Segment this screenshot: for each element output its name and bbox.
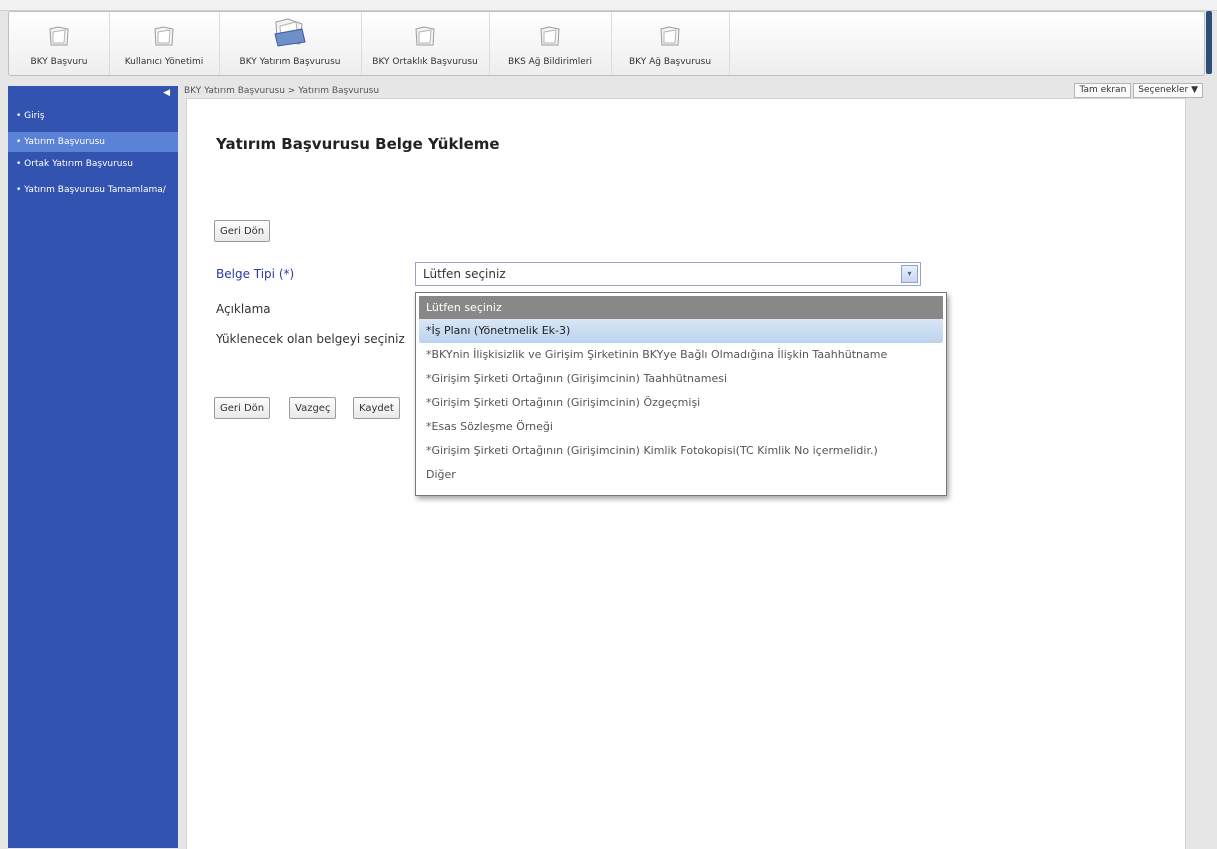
doc-type-dropdown-list: Lütfen seçiniz *İş Planı (Yönetmelik Ek-… [415, 292, 947, 496]
sidebar-item-yatirim-basvurusu[interactable]: • Yatırım Başvurusu [8, 132, 178, 152]
dropdown-option[interactable]: *İş Planı (Yönetmelik Ek-3) [419, 319, 943, 343]
tool-bky-basvuru[interactable]: BKY Başvuru [9, 12, 110, 75]
open-folder-icon [274, 18, 306, 47]
tool-label: BKS Ağ Bildirimleri [508, 57, 592, 67]
tool-label: Kullanıcı Yönetimi [124, 57, 204, 67]
breadcrumb: BKY Yatırım Başvurusu > Yatırım Başvurus… [184, 86, 380, 96]
fullscreen-button[interactable]: Tam ekran [1074, 83, 1132, 98]
tool-label: BKY Başvuru [30, 57, 88, 67]
tool-bky-ag-basvurusu[interactable]: BKY Ağ Başvurusu [611, 12, 730, 75]
doc-type-select-value: Lütfen seçiniz [423, 267, 506, 281]
sidebar-item-yatirim-basvurusu-tamamlama[interactable]: • Yatırım Başvurusu Tamamlama/ [8, 180, 178, 200]
chevron-down-icon[interactable]: ▾ [901, 265, 918, 283]
upload-label: Yüklenecek olan belgeyi seçiniz [216, 332, 405, 346]
dropdown-option[interactable]: *Esas Sözleşme Örneği [419, 415, 943, 439]
window-right-edge [1206, 11, 1212, 74]
folder-icon [540, 26, 560, 46]
dropdown-option-placeholder[interactable]: Lütfen seçiniz [419, 296, 943, 319]
tool-label: BKY Yatırım Başvurusu [239, 57, 341, 67]
description-label: Açıklama [216, 302, 271, 316]
tool-label: BKY Ağ Başvurusu [628, 57, 712, 67]
tool-label: BKY Ortaklık Başvurusu [372, 57, 478, 67]
tool-bky-ortaklik-basvurusu[interactable]: BKY Ortaklık Başvurusu [361, 12, 490, 75]
dropdown-option[interactable]: *Girişim Şirketi Ortağının (Girişimcinin… [419, 367, 943, 391]
module-toolbar: BKY Başvuru Kullanıcı Yönetimi BKY Yatır… [8, 11, 1212, 76]
dropdown-option[interactable]: Diğer [419, 463, 943, 487]
dropdown-option[interactable]: *Girişim Şirketi Ortağının (Girişimcinin… [419, 391, 943, 415]
sidebar-item-giris[interactable]: • Giriş [8, 106, 178, 126]
folder-icon [49, 26, 69, 46]
back-button-top[interactable]: Geri Dön [214, 220, 271, 242]
folder-icon [660, 26, 680, 46]
cancel-button[interactable]: Vazgeç [289, 397, 337, 419]
tool-kullanici-yonetimi[interactable]: Kullanıcı Yönetimi [109, 12, 220, 75]
dropdown-option[interactable]: *BKYnin İlişkisizlik ve Girişim Şirketin… [419, 343, 943, 367]
folder-icon [415, 26, 435, 46]
folder-icon [154, 26, 174, 46]
dropdown-option[interactable]: *Girişim Şirketi Ortağının (Girişimcinin… [419, 439, 943, 463]
sidebar: ◀ • Giriş • Yatırım Başvurusu • Ortak Ya… [8, 86, 178, 848]
main-content: Yatırım Başvurusu Belge Yükleme Geri Dön… [186, 98, 1186, 849]
save-button[interactable]: Kaydet [353, 397, 400, 419]
back-button[interactable]: Geri Dön [214, 397, 271, 419]
options-menu-button[interactable]: Seçenekler ▼ [1133, 83, 1203, 98]
tool-bks-ag-bildirimleri[interactable]: BKS Ağ Bildirimleri [489, 12, 612, 75]
doc-type-select[interactable]: Lütfen seçiniz ▾ [415, 262, 921, 286]
window-top-strip [0, 0, 1217, 11]
doc-type-label: Belge Tipi (*) [216, 267, 295, 281]
sidebar-item-ortak-yatirim-basvurusu[interactable]: • Ortak Yatırım Başvurusu [8, 154, 178, 174]
top-actions: Tam ekran Seçenekler ▼ [1074, 83, 1203, 98]
page-title: Yatırım Başvurusu Belge Yükleme [216, 135, 500, 153]
tool-bky-yatirim-basvurusu[interactable]: BKY Yatırım Başvurusu [219, 12, 362, 75]
collapse-sidebar-icon[interactable]: ◀ [163, 88, 170, 98]
